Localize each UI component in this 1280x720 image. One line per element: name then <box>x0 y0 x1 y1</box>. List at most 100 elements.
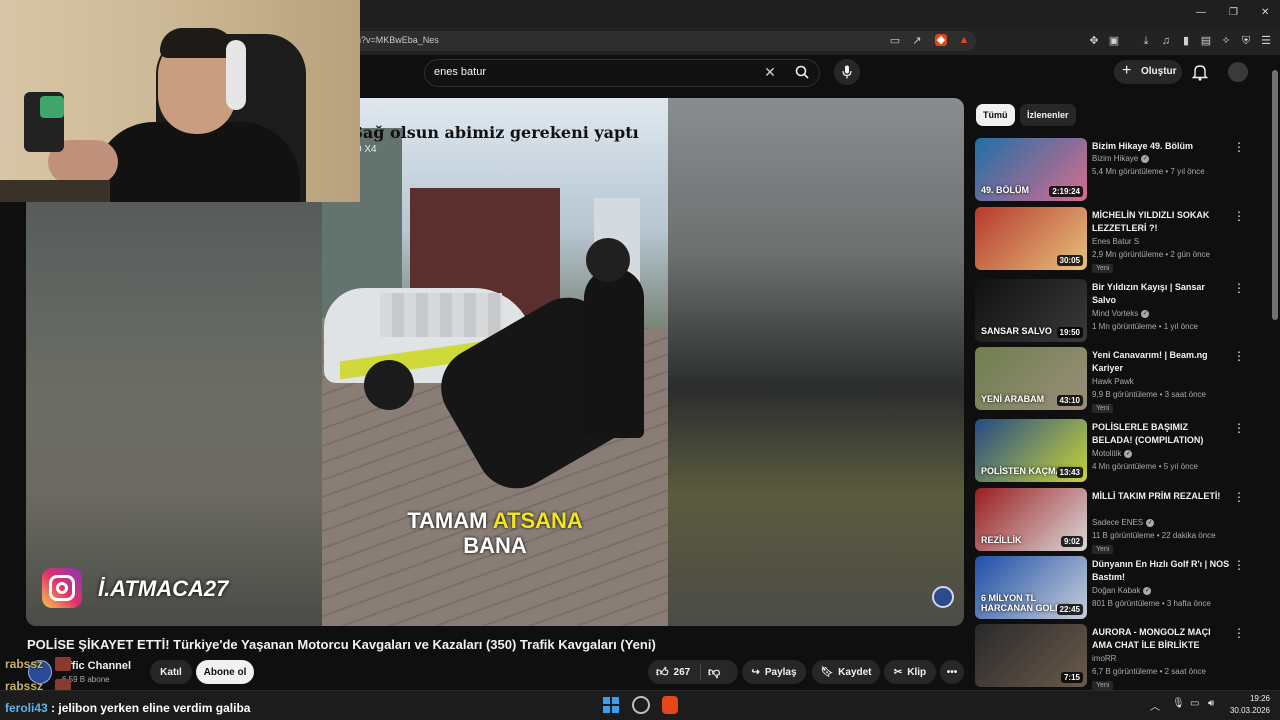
more-vertical-icon[interactable]: ⋮ <box>1233 490 1245 504</box>
video-thumbnail[interactable]: 6 MİLYON TL HARCANAN GOLF R 22:45 <box>975 556 1087 619</box>
recommendation-item[interactable]: 49. BÖLÜM 2:19:24 Bizim Hikaye 49. Bölüm Bi… <box>975 138 1265 202</box>
clip-button[interactable]: ✂ Klip <box>884 660 936 684</box>
recommendation-item[interactable]: REZİLLİK 9:02 MİLLİ TAKIM PRİM REZALETİ! Sa… <box>975 488 1265 554</box>
scrollbar-thumb[interactable] <box>1272 70 1278 320</box>
search-input[interactable]: enes batur <box>434 66 486 78</box>
tray-chevron-icon[interactable]: ︿ <box>1150 698 1160 713</box>
recommendation-item[interactable]: YENİ ARABAM 43:10 Yeni Canavarım! | Beam.n… <box>975 347 1265 413</box>
ai-icon[interactable]: ✧ <box>1220 35 1232 47</box>
more-vertical-icon[interactable]: ⋮ <box>1233 349 1245 363</box>
save-button[interactable]: 🔖︎ Kaydet <box>812 660 880 684</box>
chip-watched[interactable]: İzlenenler <box>1020 104 1076 126</box>
chrome-taskbar-icon[interactable] <box>632 696 650 714</box>
more-actions-button[interactable]: ••• <box>940 660 964 684</box>
recommendation-item[interactable]: 30:05 MİCHELİN YILDIZLI SOKAK LEZZETLERİ … <box>975 207 1265 273</box>
extensions-icon[interactable]: ✥ <box>1088 35 1100 47</box>
verified-badge-icon: ✓ <box>1124 449 1133 458</box>
video-thumbnail[interactable]: 7:15 <box>975 624 1087 687</box>
recommendation-channel[interactable]: Sadece ENES ✓ <box>1092 518 1155 527</box>
recommendation-title[interactable]: AURORA - MONGOLZ MAÇI AMA CHAT İLE BİRLİ… <box>1092 626 1230 652</box>
recommendation-channel[interactable]: Enes Batur S <box>1092 237 1139 246</box>
recommendation-channel[interactable]: Mind Vorteks ✓ <box>1092 309 1150 318</box>
download-icon[interactable]: ⤓ <box>1140 35 1152 47</box>
video-duration: 22:45 <box>1056 604 1083 615</box>
recommendation-title[interactable]: Bir Yıldızın Kayışı | Sansar Salvo <box>1092 281 1230 307</box>
brave-rewards-icon[interactable]: ▲ <box>958 34 970 46</box>
share-page-icon[interactable]: ↗ <box>911 35 923 47</box>
tray-volume-icon[interactable]: 🔊︎ <box>1208 698 1214 709</box>
join-button[interactable]: Katıl <box>150 660 192 684</box>
reader-icon[interactable]: ▮ <box>1180 35 1192 47</box>
recommendation-channel[interactable]: imoRR <box>1092 654 1116 663</box>
close-window-icon[interactable]: ✕ <box>1261 7 1269 18</box>
recommendation-channel-name: Hawk Pawk <box>1092 377 1134 386</box>
join-label: Katıl <box>160 666 182 678</box>
recommendation-channel[interactable]: Doğan Kabak ✓ <box>1092 586 1152 595</box>
more-vertical-icon[interactable]: ⋮ <box>1233 281 1245 295</box>
recommendation-title[interactable]: Yeni Canavarım! | Beam.ng Kariyer <box>1092 349 1230 375</box>
recommendation-title[interactable]: Dünyanın En Hızlı Golf R'ı | NOS Bastım! <box>1092 558 1230 584</box>
more-vertical-icon[interactable]: ⋮ <box>1233 421 1245 435</box>
restore-icon[interactable]: ❐ <box>1229 7 1238 18</box>
cast-icon[interactable]: ▭ <box>889 35 901 47</box>
vpn-icon[interactable]: ⛨ <box>1240 35 1252 47</box>
minimize-icon[interactable]: — <box>1196 7 1206 18</box>
more-vertical-icon[interactable]: ⋮ <box>1233 140 1245 154</box>
tray-mic-icon[interactable]: 🎙︎ <box>1172 698 1185 709</box>
windows-start-icon[interactable] <box>603 697 619 713</box>
brave-taskbar-icon[interactable] <box>662 696 678 714</box>
more-vertical-icon[interactable]: ⋮ <box>1233 558 1245 572</box>
recommendation-item[interactable]: 6 MİLYON TL HARCANAN GOLF R 22:45 Dünyanın… <box>975 556 1265 620</box>
recommendation-channel[interactable]: Bizim Hikaye ✓ <box>1092 154 1150 163</box>
recommendation-item[interactable]: POLİSTEN KAÇMAYIN!! 13:43 POLİSLERLE BAŞIM… <box>975 419 1265 483</box>
video-thumbnail[interactable]: YENİ ARABAM 43:10 <box>975 347 1087 410</box>
sidebar-toggle-icon[interactable]: ▣ <box>1108 35 1120 47</box>
share-button[interactable]: ↪ Paylaş <box>742 660 806 684</box>
verified-badge-icon: ✓ <box>1146 518 1155 527</box>
channel-name[interactable]: affic Channel <box>62 660 131 672</box>
create-button[interactable]: + Oluştur <box>1114 60 1182 84</box>
music-icon[interactable]: ♫ <box>1160 35 1172 47</box>
more-vertical-icon[interactable]: ⋮ <box>1233 209 1245 223</box>
stream-light <box>40 96 64 118</box>
streamer-hair <box>160 28 234 58</box>
clock-time[interactable]: 19:26 <box>1230 694 1270 703</box>
thumbnail-text: SANSAR SALVO <box>981 326 1052 336</box>
menu-icon[interactable]: ☰ <box>1260 35 1272 47</box>
wallet-icon[interactable]: ▤ <box>1200 35 1212 47</box>
video-thumbnail[interactable]: 49. BÖLÜM 2:19:24 <box>975 138 1087 201</box>
recommendation-item[interactable]: 7:15 AURORA - MONGOLZ MAÇI AMA CHAT İLE B… <box>975 624 1265 690</box>
recommendation-channel[interactable]: Motolitik ✓ <box>1092 449 1133 458</box>
more-vertical-icon[interactable]: ⋮ <box>1233 626 1245 640</box>
subscribe-button[interactable]: Abone ol <box>196 660 254 684</box>
notifications-bell-icon[interactable] <box>1192 63 1208 81</box>
verified-badge-icon: ✓ <box>1143 586 1152 595</box>
recommendation-title[interactable]: Bizim Hikaye 49. Bölüm <box>1092 140 1230 153</box>
brave-shields-icon[interactable]: ◆ <box>935 34 947 46</box>
video-duration: 13:43 <box>1056 467 1083 478</box>
url-text[interactable]: h?v=MKBwEba_Nes <box>356 35 439 45</box>
video-thumbnail[interactable]: SANSAR SALVO 19:50 <box>975 279 1087 342</box>
search-icon[interactable] <box>795 65 809 79</box>
chip-all[interactable]: Tümü <box>976 104 1015 126</box>
video-duration: 43:10 <box>1056 395 1083 406</box>
recommendation-title[interactable]: POLİSLERLE BAŞIMIZ BELADA! (COMPILATION) <box>1092 421 1230 447</box>
channel-watermark-icon[interactable] <box>932 586 954 608</box>
video-thumbnail[interactable]: POLİSTEN KAÇMAYIN!! 13:43 <box>975 419 1087 482</box>
account-avatar[interactable] <box>1228 62 1248 82</box>
clear-search-icon[interactable]: ✕ <box>764 65 776 79</box>
recommendation-item[interactable]: SANSAR SALVO 19:50 Bir Yıldızın Kayışı | S… <box>975 279 1265 343</box>
video-thumbnail[interactable]: 30:05 <box>975 207 1087 270</box>
tray-display-icon[interactable]: ▭ <box>1190 698 1199 709</box>
voice-search-button[interactable] <box>834 59 860 85</box>
instagram-icon <box>42 568 82 608</box>
clock-date[interactable]: 30.03.2026 <box>1222 706 1270 715</box>
like-button[interactable]: 👍︎ 267 👎︎ <box>648 660 738 684</box>
video-thumbnail[interactable]: REZİLLİK 9:02 <box>975 488 1087 551</box>
recommendation-channel[interactable]: Hawk Pawk <box>1092 377 1134 386</box>
recommendation-title[interactable]: MİLLİ TAKIM PRİM REZALETİ! <box>1092 490 1230 503</box>
more-horizontal-icon: ••• <box>946 666 958 678</box>
recommendation-title[interactable]: MİCHELİN YILDIZLI SOKAK LEZZETLERİ ?! <box>1092 209 1230 235</box>
clip-label: Klip <box>907 666 927 678</box>
thumbs-down-icon[interactable]: 👎︎ <box>708 665 720 680</box>
